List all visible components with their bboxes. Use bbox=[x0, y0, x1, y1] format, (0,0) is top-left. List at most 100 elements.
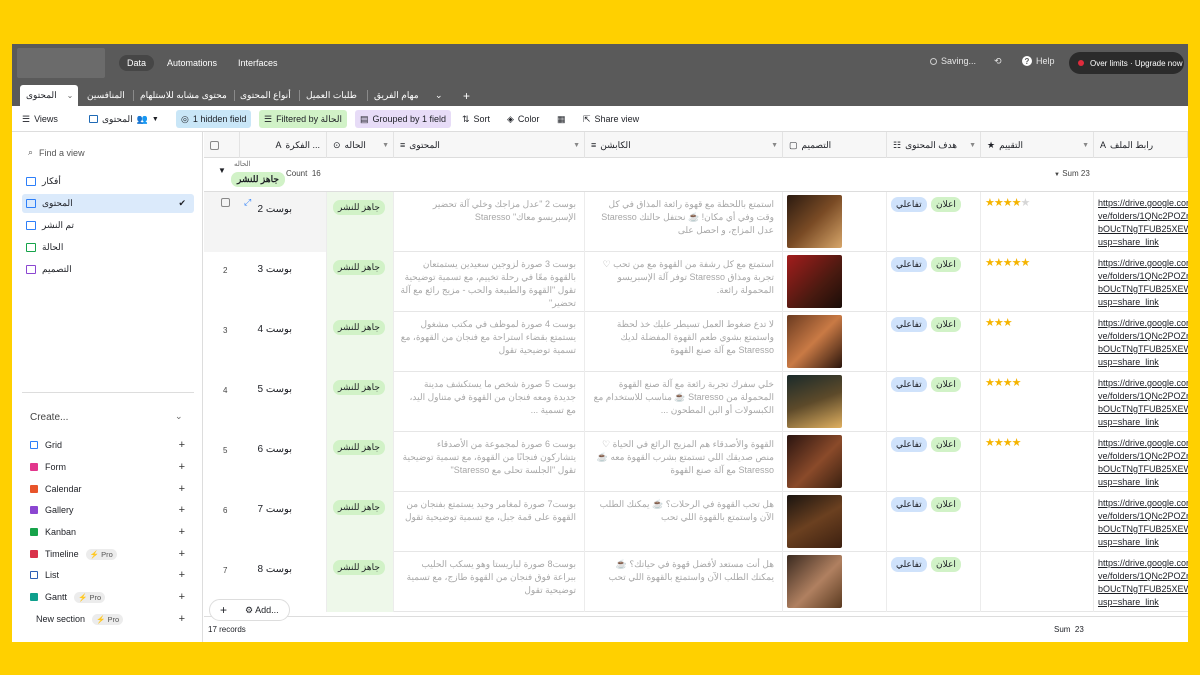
goal-cell[interactable]: تفاعلي اعلان bbox=[887, 192, 981, 252]
drive-link[interactable]: https://drive.google.com/dri ve/folders/1… bbox=[1098, 197, 1188, 249]
rating-stars[interactable]: ★★★★ bbox=[985, 376, 1021, 389]
nav-automations[interactable]: Automations bbox=[159, 55, 225, 71]
table-row[interactable]: 3 بوست 4 جاهز للنشر بوست 4 صورة لموظف في مك… bbox=[204, 312, 1188, 372]
view-switcher[interactable]: المحتوى 👥 ▼ bbox=[84, 110, 164, 128]
content-cell[interactable]: بوست8 صورة لباريستا وهو يسكب الحليب ببرا… bbox=[394, 552, 585, 612]
find-view-search[interactable]: ⌕ Find a view bbox=[28, 147, 85, 158]
nav-interfaces[interactable]: Interfaces bbox=[230, 55, 286, 71]
file-link-cell[interactable]: https://drive.google.com/dri ve/folders/1… bbox=[1094, 372, 1188, 432]
content-cell[interactable]: بوست 3 صورة لزوجين سعيدين يستمتعان بالقه… bbox=[394, 252, 585, 312]
column-header-idea[interactable]: A الفكرة ... bbox=[240, 132, 327, 158]
row-height-icon[interactable]: ▦ bbox=[552, 110, 571, 128]
table-row[interactable]: ⤢ بوست 2 جاهز للنشر بوست 2 "عدل مزاجك وخلي … bbox=[204, 192, 1188, 252]
rating-cell[interactable]: ★★★ bbox=[981, 312, 1094, 372]
rating-stars[interactable]: ★★★★ bbox=[985, 436, 1021, 449]
create-view-heading[interactable]: Create... bbox=[30, 412, 68, 423]
caption-cell[interactable]: القهوة والأصدقاء هم المزيج الرائع في الح… bbox=[585, 432, 783, 492]
column-header-caption[interactable]: ≡ الكابشن ▼ bbox=[585, 132, 783, 158]
design-thumbnail[interactable] bbox=[787, 375, 842, 428]
add-record-bar[interactable]: + ⚙ Add... bbox=[209, 599, 290, 621]
design-cell[interactable] bbox=[783, 372, 887, 432]
status-cell[interactable]: جاهز للنشر bbox=[327, 252, 394, 312]
base-logo[interactable] bbox=[17, 48, 105, 78]
goal-cell[interactable]: تفاعلي اعلان bbox=[887, 552, 981, 612]
hidden-fields-button[interactable]: ◎ 1 hidden field bbox=[176, 110, 252, 128]
title-cell[interactable]: 2 بوست 3 bbox=[204, 252, 327, 312]
rating-stars[interactable]: ★★★★★ bbox=[985, 256, 1030, 269]
upgrade-button[interactable]: Over limits · Upgrade now bbox=[1069, 52, 1184, 74]
file-link-cell[interactable]: https://drive.google.com/dri ve/folders/1… bbox=[1094, 492, 1188, 552]
create-gantt[interactable]: Gantt ⚡ Pro + bbox=[30, 589, 185, 605]
table-row[interactable]: 4 بوست 5 جاهز للنشر بوست 5 صورة شخص ما يستك… bbox=[204, 372, 1188, 432]
drive-link[interactable]: https://drive.google.com/dri ve/folders/1… bbox=[1098, 497, 1188, 549]
sidebar-view-design[interactable]: التصميم bbox=[22, 260, 194, 279]
filter-button[interactable]: ☰ Filtered by الحالة bbox=[259, 110, 347, 128]
create-calendar[interactable]: Calendar + bbox=[30, 481, 185, 497]
content-cell[interactable]: بوست 6 صورة لمجموعة من الأصدقاء يتشاركون… bbox=[394, 432, 585, 492]
title-cell[interactable]: 3 بوست 4 bbox=[204, 312, 327, 372]
column-header-rating[interactable]: ★ التقييم ▼ bbox=[981, 132, 1094, 158]
create-kanban[interactable]: Kanban + bbox=[30, 524, 185, 540]
design-cell[interactable] bbox=[783, 192, 887, 252]
add-with-options-button[interactable]: ⚙ Add... bbox=[245, 605, 279, 616]
tab-client-requests[interactable]: طلبات العميل bbox=[303, 85, 360, 106]
expand-row-icon[interactable]: ⤢ bbox=[244, 197, 251, 208]
rating-cell[interactable] bbox=[981, 552, 1094, 612]
create-list[interactable]: List + bbox=[30, 567, 185, 583]
design-cell[interactable] bbox=[783, 492, 887, 552]
table-row[interactable]: 5 بوست 6 جاهز للنشر بوست 6 صورة لمجموعة من … bbox=[204, 432, 1188, 492]
content-cell[interactable]: بوست 4 صورة لموظف في مكتب مشغول يستمتع ب… bbox=[394, 312, 585, 372]
status-cell[interactable]: جاهز للنشر bbox=[327, 492, 394, 552]
views-toggle-button[interactable]: ☰ Views bbox=[17, 110, 63, 128]
title-cell[interactable]: 5 بوست 6 bbox=[204, 432, 327, 492]
drive-link[interactable]: https://drive.google.com/dri ve/folders/1… bbox=[1098, 557, 1188, 609]
caption-cell[interactable]: لا تدع ضغوط العمل تسيطر عليك خذ لحظة واس… bbox=[585, 312, 783, 372]
rating-stars[interactable]: ★★★ bbox=[985, 316, 1013, 329]
design-cell[interactable] bbox=[783, 552, 887, 612]
create-timeline[interactable]: Timeline ⚡ Pro + bbox=[30, 546, 185, 562]
caption-cell[interactable]: استمتع باللحظة مع قهوة رائعة المذاق في ك… bbox=[585, 192, 783, 252]
status-cell[interactable]: جاهز للنشر bbox=[327, 312, 394, 372]
rating-cell[interactable]: ★★★★ bbox=[981, 432, 1094, 492]
drive-link[interactable]: https://drive.google.com/dri ve/folders/1… bbox=[1098, 257, 1188, 309]
rating-cell[interactable]: ★★★★ bbox=[981, 372, 1094, 432]
column-header-status[interactable]: ⊙ الحاله ▼ bbox=[327, 132, 394, 158]
caption-cell[interactable]: خلي سفرك تجربة رائعة مع آلة صنع القهوة ا… bbox=[585, 372, 783, 432]
design-thumbnail[interactable] bbox=[787, 255, 842, 308]
tab-team-tasks[interactable]: مهام الفريق bbox=[371, 85, 422, 106]
design-cell[interactable] bbox=[783, 312, 887, 372]
history-icon[interactable]: ⟲ bbox=[994, 56, 1002, 67]
goal-cell[interactable]: تفاعلي اعلان bbox=[887, 432, 981, 492]
add-table-icon[interactable]: + bbox=[460, 85, 473, 106]
group-button[interactable]: ▤ Grouped by 1 field bbox=[355, 110, 452, 128]
rating-cell[interactable]: ★★★★★ bbox=[981, 192, 1094, 252]
tab-content-types[interactable]: أنواع المحتوى bbox=[237, 85, 294, 106]
design-thumbnail[interactable] bbox=[787, 435, 842, 488]
goal-cell[interactable]: تفاعلي اعلان bbox=[887, 372, 981, 432]
rating-stars[interactable]: ★★★★★ bbox=[985, 196, 1030, 209]
file-link-cell[interactable]: https://drive.google.com/dri ve/folders/1… bbox=[1094, 312, 1188, 372]
sort-button[interactable]: ⇅ Sort bbox=[457, 110, 495, 128]
design-thumbnail[interactable] bbox=[787, 315, 842, 368]
table-row[interactable]: 6 بوست 7 جاهز للنشر بوست7 صورة لمغامر وحيد … bbox=[204, 492, 1188, 552]
status-cell[interactable]: جاهز للنشر bbox=[327, 372, 394, 432]
rating-cell[interactable] bbox=[981, 492, 1094, 552]
rating-cell[interactable]: ★★★★★ bbox=[981, 252, 1094, 312]
content-cell[interactable]: بوست 2 "عدل مزاجك وخلي آلة تحضير الإسبري… bbox=[394, 192, 585, 252]
title-cell[interactable]: ⤢ بوست 2 bbox=[204, 192, 327, 252]
sidebar-view-published[interactable]: تم النشر bbox=[22, 216, 194, 235]
status-cell[interactable]: جاهز للنشر bbox=[327, 432, 394, 492]
table-row[interactable]: 2 بوست 3 جاهز للنشر بوست 3 صورة لزوجين سعيد… bbox=[204, 252, 1188, 312]
sidebar-view-content[interactable]: المحتوى ✔ bbox=[22, 194, 194, 213]
create-form[interactable]: Form + bbox=[30, 459, 185, 475]
status-cell[interactable]: جاهز للنشر bbox=[327, 192, 394, 252]
create-gallery[interactable]: Gallery + bbox=[30, 502, 185, 518]
title-cell[interactable]: 6 بوست 7 bbox=[204, 492, 327, 552]
file-link-cell[interactable]: https://drive.google.com/dri ve/folders/1… bbox=[1094, 552, 1188, 612]
design-thumbnail[interactable] bbox=[787, 195, 842, 248]
status-cell[interactable]: جاهز للنشر bbox=[327, 552, 394, 612]
title-cell[interactable]: 4 بوست 5 bbox=[204, 372, 327, 432]
column-header-content[interactable]: ≡ المحتوى ▼ bbox=[394, 132, 585, 158]
create-grid[interactable]: Grid + bbox=[30, 437, 185, 453]
file-link-cell[interactable]: https://drive.google.com/dri ve/folders/1… bbox=[1094, 432, 1188, 492]
